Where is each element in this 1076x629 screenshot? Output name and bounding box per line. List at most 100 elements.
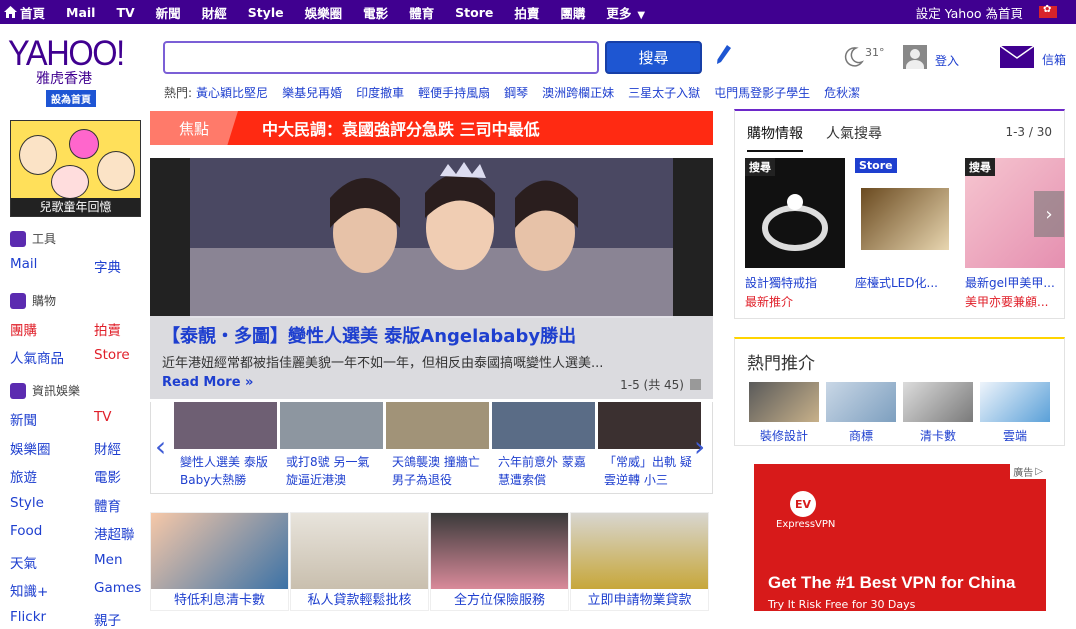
expressvpn-ad[interactable]: 廣告 ▷ EV ExpressVPN Get The #1 Best VPN fo… bbox=[754, 464, 1046, 611]
yahoo-logo[interactable]: YAHOO! 雅虎香港 設為首頁 bbox=[8, 36, 136, 107]
product-item[interactable]: 搜尋 設計獨特戒指 最新推介 bbox=[745, 158, 845, 310]
link-tv[interactable]: TV bbox=[94, 409, 145, 429]
search-input[interactable] bbox=[165, 43, 597, 72]
product-item[interactable]: Store 座檯式LED化... bbox=[855, 158, 955, 310]
chevron-down-icon: ▼ bbox=[637, 9, 646, 21]
set-homepage-button[interactable]: 設為首頁 bbox=[46, 90, 96, 107]
shopping-links: 團購 拍賣 人氣商品 Store bbox=[10, 319, 145, 367]
finance-card[interactable]: 立即申請物業貸款 bbox=[570, 512, 709, 611]
login-link[interactable]: 登入 bbox=[903, 45, 959, 69]
link-men[interactable]: Men bbox=[94, 552, 145, 572]
nav-more[interactable]: 更多 ▼ bbox=[606, 3, 645, 22]
link-popular[interactable]: 人氣商品 bbox=[10, 347, 94, 367]
product-name: 最新gel甲美甲... bbox=[965, 276, 1055, 290]
ring-image: 搜尋 bbox=[745, 158, 845, 268]
hot-term[interactable]: 屯門馬登影子學生 bbox=[714, 84, 810, 101]
link-movies[interactable]: 電影 bbox=[94, 466, 145, 486]
link-auction[interactable]: 拍賣 bbox=[94, 319, 145, 339]
nav-tv[interactable]: TV bbox=[116, 5, 134, 20]
link-food[interactable]: Food bbox=[10, 523, 94, 543]
link-finance[interactable]: 財經 bbox=[94, 438, 145, 458]
hot-recommend-item[interactable]: 雲端 bbox=[980, 382, 1050, 444]
nav-home[interactable]: 首頁 bbox=[4, 3, 45, 22]
nav-store[interactable]: Store bbox=[455, 5, 493, 20]
hot-recommend-item[interactable]: 清卡數 bbox=[903, 382, 973, 444]
ad-label[interactable]: 廣告 ▷ bbox=[1010, 464, 1046, 479]
tab-shopping-info[interactable]: 購物情報 bbox=[747, 123, 803, 152]
hero-title[interactable]: 【泰靚・多圖】變性人選美 泰版Angelababy勝出 bbox=[162, 322, 701, 348]
tab-popular-search[interactable]: 人氣搜尋 bbox=[826, 123, 882, 152]
home-icon bbox=[4, 6, 17, 18]
nav-movies[interactable]: 電影 bbox=[363, 3, 388, 22]
nav-auction[interactable]: 拍賣 bbox=[514, 3, 539, 22]
link-style[interactable]: Style bbox=[10, 495, 94, 515]
cloud-image bbox=[980, 382, 1050, 422]
link-answers[interactable]: 知識+ bbox=[10, 580, 94, 600]
pause-icon[interactable] bbox=[690, 379, 701, 390]
finance-card-label: 特低利息清卡數 bbox=[173, 593, 265, 608]
chevron-left-icon[interactable]: ‹ bbox=[155, 430, 166, 463]
link-premier-league[interactable]: 港超聯 bbox=[94, 523, 145, 543]
nav-style[interactable]: Style bbox=[248, 5, 284, 20]
nav-celebrity[interactable]: 娛樂圈 bbox=[305, 3, 343, 22]
hot-term[interactable]: 危秋潔 bbox=[824, 84, 860, 101]
link-weather[interactable]: 天氣 bbox=[10, 552, 94, 572]
set-homepage-link[interactable]: 設定 Yahoo 為首頁 bbox=[916, 3, 1023, 22]
link-celebrity[interactable]: 娛樂圈 bbox=[10, 438, 94, 458]
link-travel[interactable]: 旅遊 bbox=[10, 466, 94, 486]
nav-finance[interactable]: 財經 bbox=[202, 3, 227, 22]
finance-card[interactable]: 全方位保險服務 bbox=[430, 512, 569, 611]
hero-description: 近年港妞經常都被指佳麗美貌一年不如一年，但相反由泰國搞嘅變性人選美... bbox=[162, 356, 604, 371]
nav-groupbuy[interactable]: 團購 bbox=[560, 3, 585, 22]
hot-term[interactable]: 輕便手持風扇 bbox=[418, 84, 490, 101]
hot-recommend-item[interactable]: 商標 bbox=[826, 382, 896, 444]
cartoon-face-image bbox=[19, 135, 57, 175]
link-sports[interactable]: 體育 bbox=[94, 495, 145, 515]
hot-term[interactable]: 印度撤車 bbox=[356, 84, 404, 101]
hot-term[interactable]: 三星太子入獄 bbox=[628, 84, 700, 101]
chevron-right-icon[interactable]: › bbox=[694, 430, 705, 463]
hot-term[interactable]: 樂基兒再婚 bbox=[282, 84, 342, 101]
news-thumbnail-strip: ‹ 變性人選美 泰版Baby大熱勝 或打8號 另一氣旋逼近港澳 天鴿襲澳 撞牆亡… bbox=[150, 402, 713, 494]
mail-icon bbox=[1000, 46, 1034, 68]
thumbnail-item[interactable]: 天鴿襲澳 撞牆亡男子為退役 bbox=[386, 402, 489, 487]
hot-recommend-label: 裝修設計 bbox=[759, 429, 808, 443]
thumbnail-image bbox=[386, 402, 489, 449]
chevron-right-icon[interactable]: › bbox=[1034, 191, 1064, 237]
thumbnail-item[interactable]: 變性人選美 泰版Baby大熱勝 bbox=[174, 402, 277, 487]
nav-sports[interactable]: 體育 bbox=[409, 3, 434, 22]
hot-term[interactable]: 澳洲跨欄正妹 bbox=[542, 84, 614, 101]
nav-news[interactable]: 新聞 bbox=[156, 3, 181, 22]
finance-card[interactable]: 特低利息清卡數 bbox=[150, 512, 289, 611]
focus-headline-bar[interactable]: 焦點 中大民調：袁國強評分急跌 三司中最低 bbox=[150, 111, 713, 145]
link-groupbuy[interactable]: 團購 bbox=[10, 319, 94, 339]
mail-link[interactable]: 信箱 bbox=[1000, 46, 1066, 68]
finance-card[interactable]: 私人貸款輕鬆批核 bbox=[290, 512, 429, 611]
hero-carousel[interactable]: 【泰靚・多圖】變性人選美 泰版Angelababy勝出 近年港妞經常都被指佳麗美… bbox=[150, 158, 713, 399]
hot-term[interactable]: 黃心穎比堅尼 bbox=[196, 84, 268, 101]
hot-term[interactable]: 鋼琴 bbox=[504, 84, 528, 101]
kids-songs-promo[interactable]: 兒歌童年回憶 bbox=[10, 120, 141, 217]
hot-recommend-label: 雲端 bbox=[1002, 429, 1027, 443]
search-button[interactable]: 搜尋 bbox=[605, 41, 702, 74]
product-sub: 美甲亦要兼顧... bbox=[965, 295, 1049, 309]
link-games[interactable]: Games bbox=[94, 580, 145, 600]
thumbnail-item[interactable]: 「常威」出軌 疑雲逆轉 小三 bbox=[598, 402, 701, 487]
product-sub: 最新推介 bbox=[745, 295, 794, 309]
pencil-icon[interactable] bbox=[716, 44, 732, 70]
link-mail[interactable]: Mail bbox=[10, 256, 94, 276]
link-dictionary[interactable]: 字典 bbox=[94, 256, 145, 276]
search-box bbox=[163, 41, 599, 74]
weather-widget[interactable]: 31° bbox=[842, 46, 885, 68]
nav-mail[interactable]: Mail bbox=[66, 5, 95, 20]
thumbnail-item[interactable]: 六年前意外 蒙嘉慧遭索償 bbox=[492, 402, 595, 487]
thumbnail-list: 變性人選美 泰版Baby大熱勝 或打8號 另一氣旋逼近港澳 天鴿襲澳 撞牆亡男子… bbox=[174, 402, 704, 487]
link-news[interactable]: 新聞 bbox=[10, 409, 94, 429]
shopping-bag-icon bbox=[10, 292, 26, 309]
link-parenting[interactable]: 親子 bbox=[94, 609, 145, 629]
link-store[interactable]: Store bbox=[94, 347, 145, 367]
thumbnail-item[interactable]: 或打8號 另一氣旋逼近港澳 bbox=[280, 402, 383, 487]
link-flickr[interactable]: Flickr bbox=[10, 609, 94, 629]
hot-recommend-item[interactable]: 裝修設計 bbox=[749, 382, 819, 444]
hk-flag-icon[interactable] bbox=[1039, 4, 1057, 18]
